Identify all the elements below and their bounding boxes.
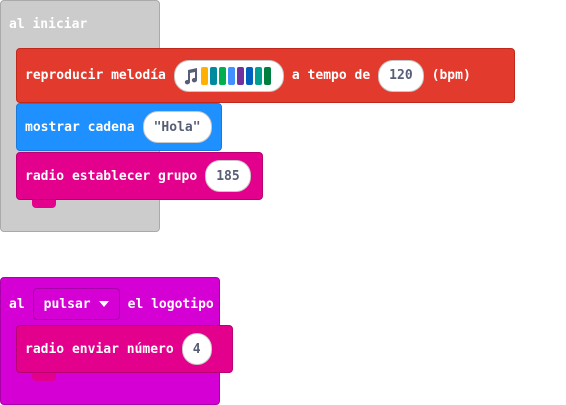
melody-note (200, 66, 208, 85)
on-start-label: al iniciar (9, 17, 88, 32)
show-string-label: mostrar cadena (25, 119, 135, 135)
melody-editor-field[interactable] (173, 59, 284, 92)
block-notch (32, 200, 56, 208)
bpm-unit-label: (bpm) (431, 68, 471, 83)
music-note-icon (184, 67, 197, 84)
melody-note (218, 66, 226, 85)
tempo-input[interactable]: 120 (378, 59, 424, 92)
on-logo-suffix: el logotipo (127, 296, 214, 312)
radio-set-group-label: radio establecer grupo (25, 168, 198, 184)
show-string-block[interactable]: mostrar cadena "Hola" (16, 103, 222, 151)
chevron-down-icon (98, 301, 109, 307)
on-logo-header: al pulsar el logotipo (9, 288, 214, 320)
melody-note (254, 66, 262, 85)
string-input[interactable]: "Hola" (142, 111, 212, 143)
melody-note (245, 66, 253, 85)
logo-event-dropdown[interactable]: pulsar (32, 288, 120, 320)
melody-note (209, 66, 217, 85)
block-notch (32, 373, 56, 381)
group-number-input[interactable]: 185 (205, 160, 251, 192)
send-number-input[interactable]: 4 (181, 333, 212, 365)
on-logo-prefix: al (9, 296, 25, 312)
radio-set-group-block[interactable]: radio establecer grupo 185 (16, 152, 263, 200)
melody-note (236, 66, 244, 85)
melody-note (263, 66, 271, 85)
play-melody-label: reproducir melodía (25, 68, 166, 83)
tempo-label: a tempo de (291, 68, 371, 83)
radio-send-number-block[interactable]: radio enviar número 4 (16, 325, 233, 373)
melody-note (227, 66, 235, 85)
logo-event-value: pulsar (43, 296, 91, 312)
play-melody-block[interactable]: reproducir melodía a tempo de 120 (bpm) (16, 48, 515, 103)
radio-send-number-label: radio enviar número (25, 341, 174, 357)
